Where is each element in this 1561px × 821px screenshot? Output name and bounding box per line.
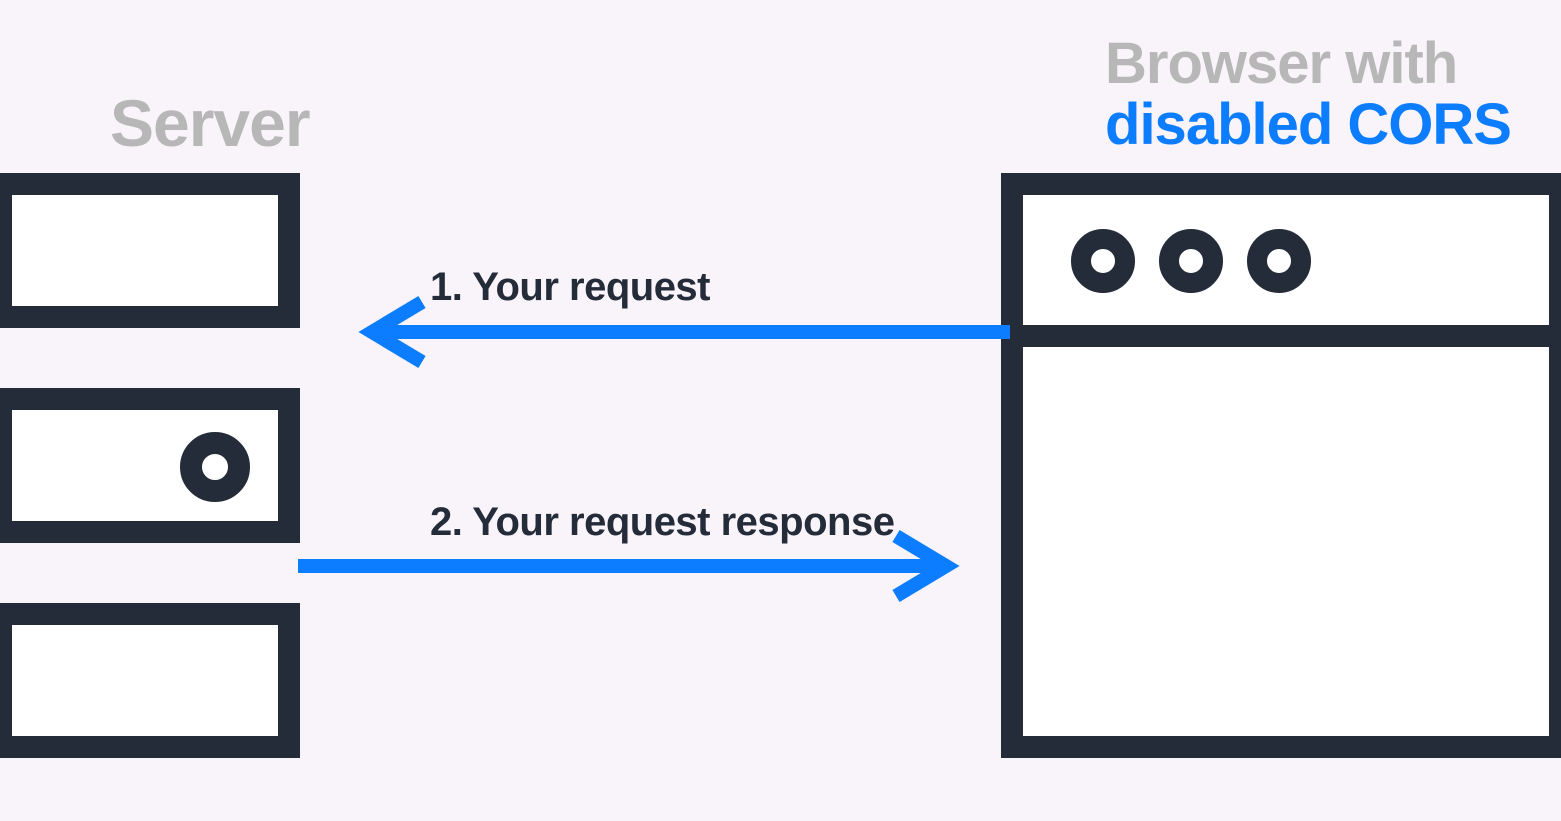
browser-window: [1001, 173, 1561, 758]
request-arrow-label: 1. Your request: [430, 265, 710, 310]
server-unit-top: [0, 173, 300, 328]
server-title: Server: [110, 85, 310, 161]
browser-control-dot-icon: [1071, 229, 1135, 293]
server-unit-bottom: [0, 603, 300, 758]
browser-control-dot-icon: [1159, 229, 1223, 293]
browser-control-dot-icon: [1247, 229, 1311, 293]
server-disk-indicator-icon: [180, 432, 250, 502]
response-arrow-icon: [298, 536, 958, 596]
browser-title: Browser with disabled CORS: [1105, 34, 1511, 156]
server-unit-middle: [0, 388, 300, 543]
request-arrow-icon: [360, 302, 1010, 362]
response-arrow-label: 2. Your request response: [430, 500, 894, 545]
browser-title-line2: disabled CORS: [1105, 95, 1511, 156]
browser-title-line1: Browser with: [1105, 34, 1511, 95]
browser-toolbar-divider: [1023, 325, 1549, 347]
